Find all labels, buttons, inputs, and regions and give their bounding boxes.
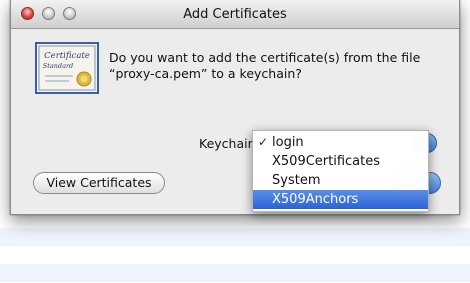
menu-item-label: X509Certificates — [272, 154, 381, 169]
view-certificates-button[interactable]: View Certificates — [33, 172, 165, 194]
menu-item-label: X509Anchors — [272, 192, 359, 207]
background-stripe — [0, 228, 470, 246]
checkmark-icon: ✓ — [258, 135, 269, 149]
message-line-1: Do you want to add the certificate(s) fr… — [109, 50, 421, 65]
menu-item-x509anchors[interactable]: X509Anchors — [253, 190, 428, 209]
certificate-icon-title: Certificate — [44, 51, 90, 61]
background-stripe — [0, 264, 470, 282]
menu-item-label: System — [272, 173, 321, 188]
menu-item-system[interactable]: System — [253, 171, 428, 190]
message-line-2: “proxy-ca.pem” to a keychain? — [109, 66, 302, 81]
window-title: Add Certificates — [183, 7, 287, 22]
certificate-icon-subtitle: Standard — [43, 62, 73, 70]
menu-item-label: login — [272, 135, 304, 150]
certificate-icon: Certificate Standard — [35, 42, 99, 94]
keychain-label: Keychain — [199, 136, 256, 151]
keychain-dropdown-menu: ✓ login X509Certificates System X509Anch… — [252, 130, 429, 212]
menu-item-login[interactable]: ✓ login — [253, 133, 428, 152]
menu-item-x509certificates[interactable]: X509Certificates — [253, 152, 428, 171]
dialog-message: Do you want to add the certificate(s) fr… — [109, 50, 429, 82]
title-bar: Add Certificates — [11, 0, 459, 29]
